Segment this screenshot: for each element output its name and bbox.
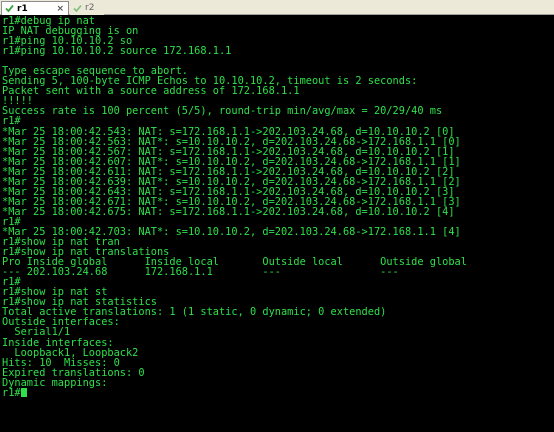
terminal-line: Outside interfaces: <box>2 316 120 329</box>
tab-r2[interactable]: r2 <box>70 1 104 15</box>
terminal-line: Serial1/1 <box>2 326 71 339</box>
text-cursor <box>20 387 27 397</box>
tab-r2-label: r2 <box>85 3 95 13</box>
terminal-line: Success rate is 100 percent (5/5), round… <box>2 105 443 118</box>
session-tab-bar: r1 × r2 <box>0 0 554 15</box>
check-icon <box>5 4 14 13</box>
terminal-output[interactable]: r1#debug ip nat IP NAT debugging is on r1#… <box>0 15 554 432</box>
terminal-line: Dynamic mappings: <box>2 376 108 389</box>
terminal-line: Packet sent with a source address of 172… <box>2 85 300 98</box>
terminal-line: --- 202.103.24.68 172.168.1.1 --- --- <box>2 266 399 279</box>
terminal-line: r1# <box>2 115 21 128</box>
check-icon <box>73 4 82 13</box>
terminal-line: r1#ping 10.10.10.2 source 172.168.1.1 <box>2 45 232 58</box>
close-icon[interactable]: × <box>56 3 64 15</box>
terminal-line: r1# <box>2 388 554 398</box>
terminal-line: *Mar 25 18:00:42.675: NAT: s=172.168.1.1… <box>2 205 455 218</box>
tab-r1-label: r1 <box>17 3 28 14</box>
tab-r1[interactable]: r1 × <box>1 1 69 15</box>
